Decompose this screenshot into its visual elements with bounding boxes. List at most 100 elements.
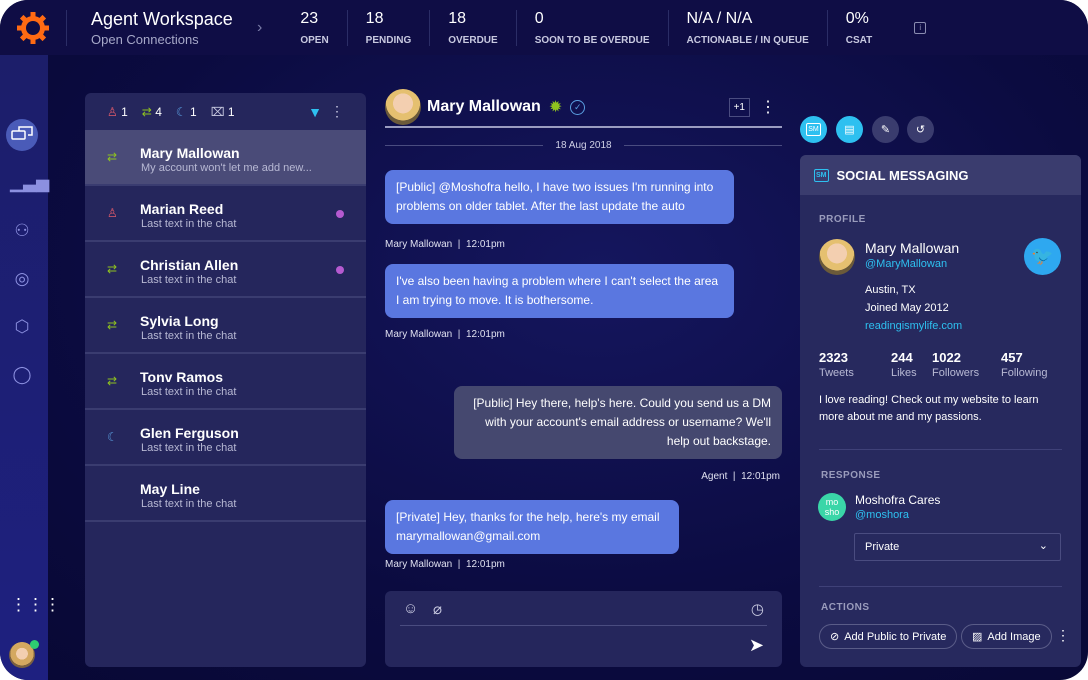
badge-icon: ✹: [548, 99, 563, 116]
last-message: Last text in the chat: [141, 386, 237, 398]
conversation-item[interactable]: ⇄ Tonv Ramos Last text in the chat: [85, 354, 366, 410]
chat-header: Mary Mallowan ✹ ✓ +1 ⋮: [385, 88, 782, 128]
conversation-item[interactable]: ⇄ Sylvia Long Last text in the chat: [85, 298, 366, 354]
contact-name: Marian Reed: [140, 201, 224, 217]
filter-bar: ♙ 1 ⇄ 4 ☾ 1 ⌧ 1 ▼ ⋮: [85, 93, 366, 130]
divider: [400, 625, 767, 626]
user-icon[interactable]: ◯: [10, 365, 34, 389]
stat-value: 457: [1001, 350, 1023, 365]
last-message: Last text in the chat: [141, 498, 237, 510]
conversation-item[interactable]: ☾ Glen Ferguson Last text in the chat: [85, 410, 366, 466]
stat-actionable-in-queue[interactable]: N/A / N/A ACTIONABLE / IN QUEUE: [669, 9, 828, 46]
transfer-icon: ⇄: [107, 262, 118, 276]
profile-website[interactable]: readingismylife.com: [865, 320, 962, 332]
top-bar: Agent Workspace Open Connections › 23 OPEN…: [0, 0, 1088, 55]
contact-avatar: [385, 89, 421, 125]
conversation-item[interactable]: ⇄ Mary Mallowan My account won't let me ad…: [85, 130, 366, 186]
chevron-right-icon[interactable]: ›: [257, 19, 262, 37]
profile-location: Austin, TX: [865, 284, 916, 296]
profile-handle[interactable]: @MaryMallowan: [865, 258, 947, 270]
unread-indicator: [336, 266, 344, 274]
profile-stat: 1022 Followers: [932, 350, 979, 379]
logo: [0, 11, 66, 45]
more-icon[interactable]: ⋮: [760, 97, 776, 117]
section-label: RESPONSE: [821, 470, 881, 481]
stat-label: Followers: [932, 367, 980, 379]
profile-stat: 457 Following: [1001, 350, 1047, 379]
stat-open[interactable]: 23 OPEN: [282, 9, 348, 46]
bot-icon[interactable]: ◎: [10, 269, 34, 293]
stat-value: 23: [300, 9, 319, 27]
stat-label: SOON TO BE OVERDUE: [534, 34, 650, 46]
unread-indicator: [336, 210, 344, 218]
contact-name: Mary Mallowan: [427, 98, 541, 115]
contact-card-icon[interactable]: ▤: [836, 116, 863, 143]
last-message: Last text in the chat: [141, 442, 237, 454]
add-public-to-private-button[interactable]: ⊘ Add Public to Private: [819, 624, 958, 649]
analytics-icon[interactable]: ▁▃▅: [10, 173, 49, 197]
filter-snooze[interactable]: ☾ 1: [176, 105, 197, 119]
stat-value: N/A / N/A: [686, 9, 753, 27]
schedule-icon[interactable]: ◷: [751, 600, 764, 618]
transfer-icon: ⇄: [107, 150, 118, 164]
stat-value: 244: [891, 350, 913, 365]
agent-chat-icon[interactable]: ⚇: [10, 221, 34, 245]
stat-csat[interactable]: 0% CSAT: [828, 10, 890, 46]
contact-name: Tonv Ramos: [140, 369, 223, 385]
nav-rail: ▁▃▅ ⚇ ◎ ⬡ ◯ ⋮⋮⋮: [0, 55, 61, 680]
contact-name: Glen Ferguson: [140, 425, 239, 441]
attachment-icon[interactable]: ⌀: [433, 600, 442, 618]
filter-closed[interactable]: ⌧ 1: [211, 105, 235, 119]
conversation-item[interactable]: ♙ Marian Reed Last text in the chat: [85, 186, 366, 242]
stat-value: 18: [365, 9, 384, 27]
stat-overdue[interactable]: 18 OVERDUE: [430, 9, 517, 46]
stat-label: ACTIONABLE / IN QUEUE: [686, 34, 809, 46]
stat-soon-to-be-overdue[interactable]: 0 SOON TO BE OVERDUE: [517, 9, 669, 46]
stat-value: 0: [534, 9, 544, 27]
date-divider: 18 Aug 2018: [385, 140, 783, 151]
filter-transfer[interactable]: ⇄ 4: [142, 105, 162, 119]
conversation-list: ♙ 1 ⇄ 4 ☾ 1 ⌧ 1 ▼ ⋮ ⇄ Mary Mallowan My acc…: [85, 93, 366, 667]
contact-name: Christian Allen: [140, 257, 239, 273]
info-icon[interactable]: i: [914, 21, 927, 34]
panel-title: SOCIAL MESSAGING: [836, 167, 969, 183]
more-actions-icon[interactable]: ⋮: [1056, 627, 1070, 644]
stat-value: 1022: [932, 350, 961, 365]
conversation-item[interactable]: ⇄ Christian Allen Last text in the chat: [85, 242, 366, 298]
compose-box[interactable]: ☺ ⌀ ◷ ➤: [385, 591, 782, 667]
stat-label: CSAT: [845, 34, 873, 46]
visibility-select[interactable]: Private ⌄: [854, 533, 1061, 561]
stat-label: OPEN: [300, 34, 329, 46]
participants-button[interactable]: +1: [728, 97, 750, 117]
profile-stat: 2323 Tweets: [819, 350, 854, 379]
stat-label: Following: [1001, 367, 1048, 379]
transfer-icon: ⇄: [107, 318, 118, 332]
stat-pending[interactable]: 18 PENDING: [348, 9, 431, 46]
filter-icon[interactable]: ▼: [308, 104, 322, 120]
last-message: Last text in the chat: [141, 274, 237, 286]
divider: [819, 449, 1062, 450]
conversations-icon[interactable]: [6, 119, 38, 151]
bell-icon: ♙: [107, 104, 118, 119]
last-message: Last text in the chat: [141, 330, 237, 342]
send-icon[interactable]: ➤: [749, 635, 764, 656]
profile-name: Mary Mallowan: [865, 240, 960, 256]
emoji-icon[interactable]: ☺: [403, 600, 418, 617]
closed-chat-icon: ⌧: [210, 104, 225, 119]
tag-icon[interactable]: ⬡: [10, 317, 34, 341]
chevron-down-icon: ⌄: [1038, 540, 1048, 552]
contact-name: Mary Mallowan: [140, 145, 240, 161]
more-icon[interactable]: ⋮: [330, 103, 344, 120]
apps-grid-icon[interactable]: ⋮⋮⋮: [10, 595, 61, 619]
stat-label: PENDING: [365, 34, 412, 46]
social-messaging-tab[interactable]: SM: [800, 116, 827, 143]
section-label: PROFILE: [819, 214, 866, 225]
contact-name: May Line: [140, 481, 200, 497]
filter-alert[interactable]: ♙ 1: [107, 105, 128, 119]
add-image-button[interactable]: ▨ Add Image: [961, 624, 1052, 649]
history-icon[interactable]: ↺: [907, 116, 934, 143]
brand-name: Moshofra Cares: [855, 493, 941, 507]
verified-icon: ✓: [570, 99, 586, 115]
conversation-item[interactable]: May Line Last text in the chat: [85, 466, 366, 522]
edit-icon[interactable]: ✎: [872, 116, 899, 143]
